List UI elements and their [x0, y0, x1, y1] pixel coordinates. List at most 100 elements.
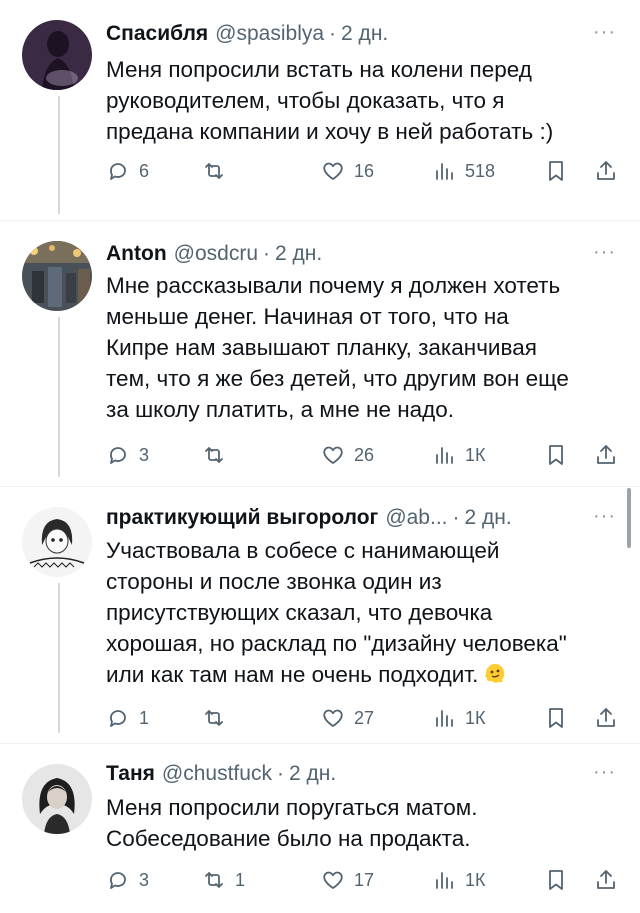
reply-icon: [110, 872, 126, 889]
like-button[interactable]: 17: [321, 865, 374, 895]
action-bar: 6 16 518: [106, 156, 626, 186]
more-options-icon[interactable]: ···: [593, 762, 616, 782]
like-button[interactable]: 26: [321, 440, 374, 470]
avatar[interactable]: [22, 764, 92, 834]
scrollbar[interactable]: [627, 488, 631, 548]
tweet-text: Меня попросили встать на колени перед ру…: [106, 54, 622, 147]
share-button[interactable]: [594, 703, 618, 733]
reply-icon: [110, 447, 126, 464]
thread-line: [58, 583, 60, 733]
retweet-button[interactable]: [202, 156, 235, 186]
heart-icon: [323, 162, 343, 180]
reply-button[interactable]: 1: [106, 703, 149, 733]
text-line: за школу платить, а мне не надо.: [106, 397, 455, 422]
views-button[interactable]: 1К: [432, 865, 486, 895]
tweet-header: Anton @osdcru · 2 дн. ···: [106, 242, 616, 272]
author-handle[interactable]: @chustfuck: [162, 762, 272, 786]
retweet-button[interactable]: [202, 703, 235, 733]
views-count: 1К: [465, 444, 486, 465]
author-handle[interactable]: @ab...: [385, 506, 447, 530]
bookmark-icon: [549, 870, 563, 890]
views-count: 1К: [465, 707, 486, 728]
like-button[interactable]: 16: [321, 156, 374, 186]
views-count: 518: [465, 160, 496, 181]
bookmark-button[interactable]: [544, 156, 568, 186]
more-options-icon[interactable]: ···: [593, 22, 616, 42]
text-line: предана компании и хочу в ней работать :…: [106, 119, 554, 144]
reply-icon: [110, 163, 126, 180]
bookmark-button[interactable]: [544, 865, 568, 895]
retweet-icon: [205, 872, 223, 888]
tweet-text: Меня попросили поругаться матом. Собесед…: [106, 792, 622, 854]
retweet-count: 1: [235, 869, 246, 890]
tweet-3[interactable]: практикующий выгоролог @ab... · 2 дн. ··…: [0, 487, 640, 743]
retweet-icon: [205, 710, 223, 726]
views-icon: [436, 163, 453, 180]
avatar[interactable]: [22, 20, 92, 90]
text-line-content: или как там нам не очень подходит.: [106, 662, 479, 687]
heart-icon: [323, 871, 343, 889]
text-line: меньше денег. Начиная от того, что на: [106, 304, 509, 329]
tweet-header: Таня @chustfuck · 2 дн. ···: [106, 762, 616, 792]
retweet-button[interactable]: [202, 440, 235, 470]
bookmark-icon: [549, 445, 563, 465]
views-icon: [436, 872, 453, 889]
more-options-icon[interactable]: ···: [593, 242, 616, 262]
text-line: Меня попросили встать на колени перед: [106, 57, 532, 82]
share-button[interactable]: [594, 440, 618, 470]
avatar[interactable]: [22, 241, 92, 311]
tweet-text: Мне рассказывали почему я должен хотеть …: [106, 270, 622, 425]
share-button[interactable]: [594, 156, 618, 186]
reply-button[interactable]: 6: [106, 156, 149, 186]
author-handle[interactable]: @spasiblya: [215, 22, 324, 46]
text-line: Участвовала в собесе с нанимающей: [106, 538, 500, 563]
views-icon: [436, 710, 453, 727]
text-line: Кипре нам завышают планку, заканчивая: [106, 335, 537, 360]
tweet-header: практикующий выгоролог @ab... · 2 дн. ··…: [106, 506, 616, 536]
views-button[interactable]: 1К: [432, 703, 486, 733]
text-line: стороны и после звонка один из: [106, 569, 442, 594]
thread-line: [58, 317, 60, 477]
share-icon: [597, 161, 615, 180]
author-name[interactable]: Anton: [106, 242, 167, 266]
bookmark-button[interactable]: [544, 440, 568, 470]
share-button[interactable]: [594, 865, 618, 895]
reply-button[interactable]: 3: [106, 440, 149, 470]
author-name[interactable]: практикующий выгоролог: [106, 506, 378, 530]
separator-dot: ·: [276, 762, 284, 785]
author-handle[interactable]: @osdcru: [174, 242, 258, 266]
retweet-button[interactable]: 1: [202, 865, 245, 895]
avatar[interactable]: [22, 507, 92, 577]
reply-button[interactable]: 3: [106, 865, 149, 895]
reply-icon: [110, 710, 126, 727]
text-line: Меня попросили поругаться матом.: [106, 795, 478, 820]
reply-count: 3: [139, 444, 150, 465]
more-options-icon[interactable]: ···: [593, 506, 616, 526]
heart-icon: [323, 446, 343, 464]
views-icon: [436, 447, 453, 464]
text-line: Собеседование было на продакта.: [106, 826, 471, 851]
retweet-icon: [205, 163, 223, 179]
share-icon: [597, 870, 615, 889]
tweet-1[interactable]: Спасибля @spasiblya · 2 дн. ··· Меня поп…: [0, 0, 640, 220]
thread-line: [58, 96, 60, 214]
text-line: руководителем, чтобы доказать, что я: [106, 88, 505, 113]
like-count: 17: [354, 869, 375, 890]
like-button[interactable]: 27: [321, 703, 374, 733]
author-name[interactable]: Таня: [106, 762, 155, 786]
views-button[interactable]: 1К: [432, 440, 486, 470]
timestamp[interactable]: 2 дн.: [341, 22, 388, 46]
reply-count: 1: [139, 707, 150, 728]
tweet-4[interactable]: Таня @chustfuck · 2 дн. ··· Меня попроси…: [0, 744, 640, 913]
bookmark-button[interactable]: [544, 703, 568, 733]
views-button[interactable]: 518: [432, 156, 495, 186]
author-name[interactable]: Спасибля: [106, 22, 208, 46]
text-line: Мне рассказывали почему я должен хотеть: [106, 273, 561, 298]
timestamp[interactable]: 2 дн.: [275, 242, 322, 266]
separator-dot: ·: [452, 506, 460, 529]
reply-count: 6: [139, 160, 150, 181]
action-bar: 3 1 17 1К: [106, 865, 626, 895]
tweet-2[interactable]: Anton @osdcru · 2 дн. ··· Мне рассказыва…: [0, 221, 640, 486]
timestamp[interactable]: 2 дн.: [289, 762, 336, 786]
timestamp[interactable]: 2 дн.: [465, 506, 512, 530]
